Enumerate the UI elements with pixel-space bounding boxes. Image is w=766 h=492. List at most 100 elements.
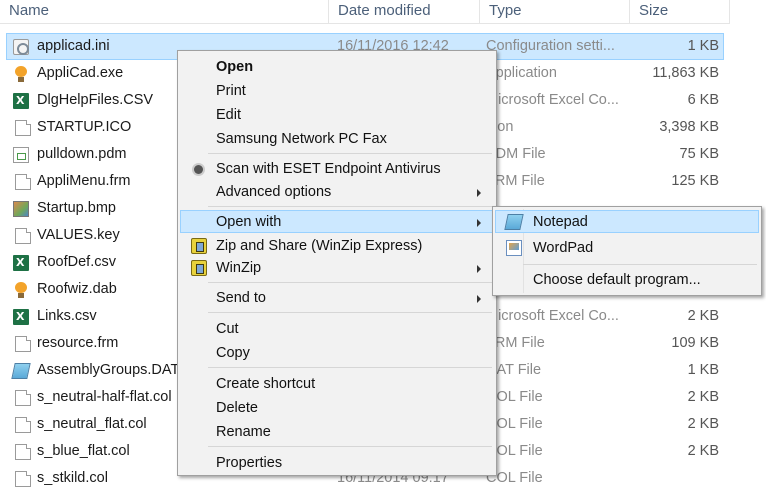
menu-item-scan-eset-label: Scan with ESET Endpoint Antivirus: [216, 161, 441, 177]
column-header-size[interactable]: Size: [630, 0, 730, 24]
winzip-icon: [191, 238, 207, 254]
menu-item-scan-eset[interactable]: Scan with ESET Endpoint Antivirus: [180, 157, 494, 180]
menu-item-zip-share[interactable]: Zip and Share (WinZip Express): [180, 234, 494, 257]
menu-item-open-label: Open: [216, 59, 254, 75]
menu-item-advanced-options[interactable]: Advanced options: [180, 180, 494, 203]
excel-icon: [13, 309, 29, 325]
submenu-item-choose-default-label: Choose default program...: [533, 272, 701, 288]
menu-item-edit-label: Edit: [216, 107, 241, 123]
menu-item-print-label: Print: [216, 83, 246, 99]
ini-settings-icon: [13, 39, 29, 55]
file-size: 2 KB: [687, 416, 719, 432]
file-type: COL File: [486, 389, 543, 405]
menu-item-send-to[interactable]: Send to: [180, 286, 494, 309]
menu-item-print[interactable]: Print: [180, 79, 494, 102]
menu-item-delete-label: Delete: [216, 400, 258, 416]
file-size: 2 KB: [687, 389, 719, 405]
file-type: Application: [486, 65, 557, 81]
menu-separator: [208, 367, 492, 368]
menu-item-open-with[interactable]: Open with: [180, 210, 494, 233]
submenu-arrow-icon: [477, 219, 481, 227]
file-type: Icon: [486, 119, 514, 135]
submenu-arrow-icon: [477, 265, 481, 273]
notepad-doc-icon: [11, 363, 31, 379]
menu-item-delete[interactable]: Delete: [180, 396, 494, 419]
file-type: FRM File: [486, 173, 545, 189]
lightbulb-app-icon: [13, 282, 29, 298]
file-size: 11,863 KB: [652, 65, 719, 81]
file-type: PDM File: [486, 146, 546, 162]
menu-item-edit[interactable]: Edit: [180, 103, 494, 126]
column-header-row: Name Date modified Type Size: [0, 0, 730, 24]
menu-separator: [208, 282, 492, 283]
excel-icon: [13, 255, 29, 271]
submenu-item-notepad[interactable]: Notepad: [495, 210, 759, 233]
lightbulb-app-icon: [13, 66, 29, 82]
menu-item-properties-label: Properties: [216, 455, 283, 471]
menu-separator: [523, 264, 757, 265]
submenu-item-wordpad[interactable]: WordPad: [495, 236, 759, 259]
file-type: COL File: [486, 443, 543, 459]
menu-item-open[interactable]: Open: [180, 55, 494, 78]
file-type: COL File: [486, 416, 543, 432]
file-type: Configuration setti...: [486, 38, 615, 54]
file-size: 2 KB: [687, 443, 719, 459]
menu-item-open-with-label: Open with: [216, 214, 282, 230]
column-header-type[interactable]: Type: [480, 0, 630, 24]
generic-file-icon: [15, 120, 31, 136]
menu-separator: [208, 312, 492, 313]
context-menu: Open Print Edit Samsung Network PC Fax S…: [177, 50, 497, 476]
menu-item-samsung-fax[interactable]: Samsung Network PC Fax: [180, 127, 494, 150]
winzip-icon: [191, 260, 207, 276]
column-header-date-modified[interactable]: Date modified: [329, 0, 480, 24]
menu-item-create-shortcut[interactable]: Create shortcut: [180, 372, 494, 395]
file-type: DAT File: [486, 362, 542, 378]
submenu-arrow-icon: [477, 295, 481, 303]
submenu-item-notepad-label: Notepad: [533, 214, 588, 230]
menu-item-advanced-options-label: Advanced options: [216, 184, 332, 200]
file-size: 75 KB: [679, 146, 720, 162]
generic-file-icon: [15, 228, 31, 244]
menu-item-create-shortcut-label: Create shortcut: [216, 376, 316, 392]
file-type: FRM File: [486, 335, 545, 351]
file-type: COL File: [486, 470, 543, 486]
file-size: [637, 466, 719, 491]
excel-icon: [13, 93, 29, 109]
menu-item-rename-label: Rename: [216, 424, 271, 440]
menu-item-cut[interactable]: Cut: [180, 317, 494, 340]
wordpad-icon: [506, 240, 522, 256]
pdm-file-icon: [13, 147, 29, 163]
menu-separator: [208, 153, 492, 154]
menu-separator: [208, 446, 492, 447]
file-size: 1 KB: [687, 38, 719, 54]
menu-item-winzip[interactable]: WinZip: [180, 256, 494, 279]
menu-item-zip-share-label: Zip and Share (WinZip Express): [216, 238, 423, 254]
file-type: Microsoft Excel Co...: [486, 308, 619, 324]
menu-item-samsung-fax-label: Samsung Network PC Fax: [216, 131, 387, 147]
eset-scan-icon: [194, 165, 203, 174]
generic-file-icon: [15, 444, 31, 460]
submenu-item-choose-default[interactable]: Choose default program...: [495, 268, 759, 291]
file-size: 125 KB: [671, 173, 719, 189]
generic-file-icon: [15, 336, 31, 352]
menu-item-copy[interactable]: Copy: [180, 341, 494, 364]
generic-file-icon: [15, 390, 31, 406]
submenu-item-wordpad-label: WordPad: [533, 240, 594, 256]
file-size: 3,398 KB: [659, 119, 719, 135]
generic-file-icon: [15, 471, 31, 487]
menu-item-rename[interactable]: Rename: [180, 420, 494, 443]
menu-item-properties[interactable]: Properties: [180, 451, 494, 474]
file-size: 2 KB: [687, 308, 719, 324]
menu-item-send-to-label: Send to: [216, 290, 266, 306]
open-with-submenu: Notepad WordPad Choose default program..…: [492, 206, 762, 296]
file-size: 109 KB: [671, 335, 719, 351]
image-file-icon: [13, 201, 29, 217]
file-size: 6 KB: [687, 92, 719, 108]
menu-separator: [208, 206, 492, 207]
generic-file-icon: [15, 174, 31, 190]
column-header-name[interactable]: Name: [0, 0, 329, 24]
notepad-icon: [504, 214, 524, 230]
menu-item-cut-label: Cut: [216, 321, 239, 337]
generic-file-icon: [15, 417, 31, 433]
file-size: 1 KB: [687, 362, 719, 378]
